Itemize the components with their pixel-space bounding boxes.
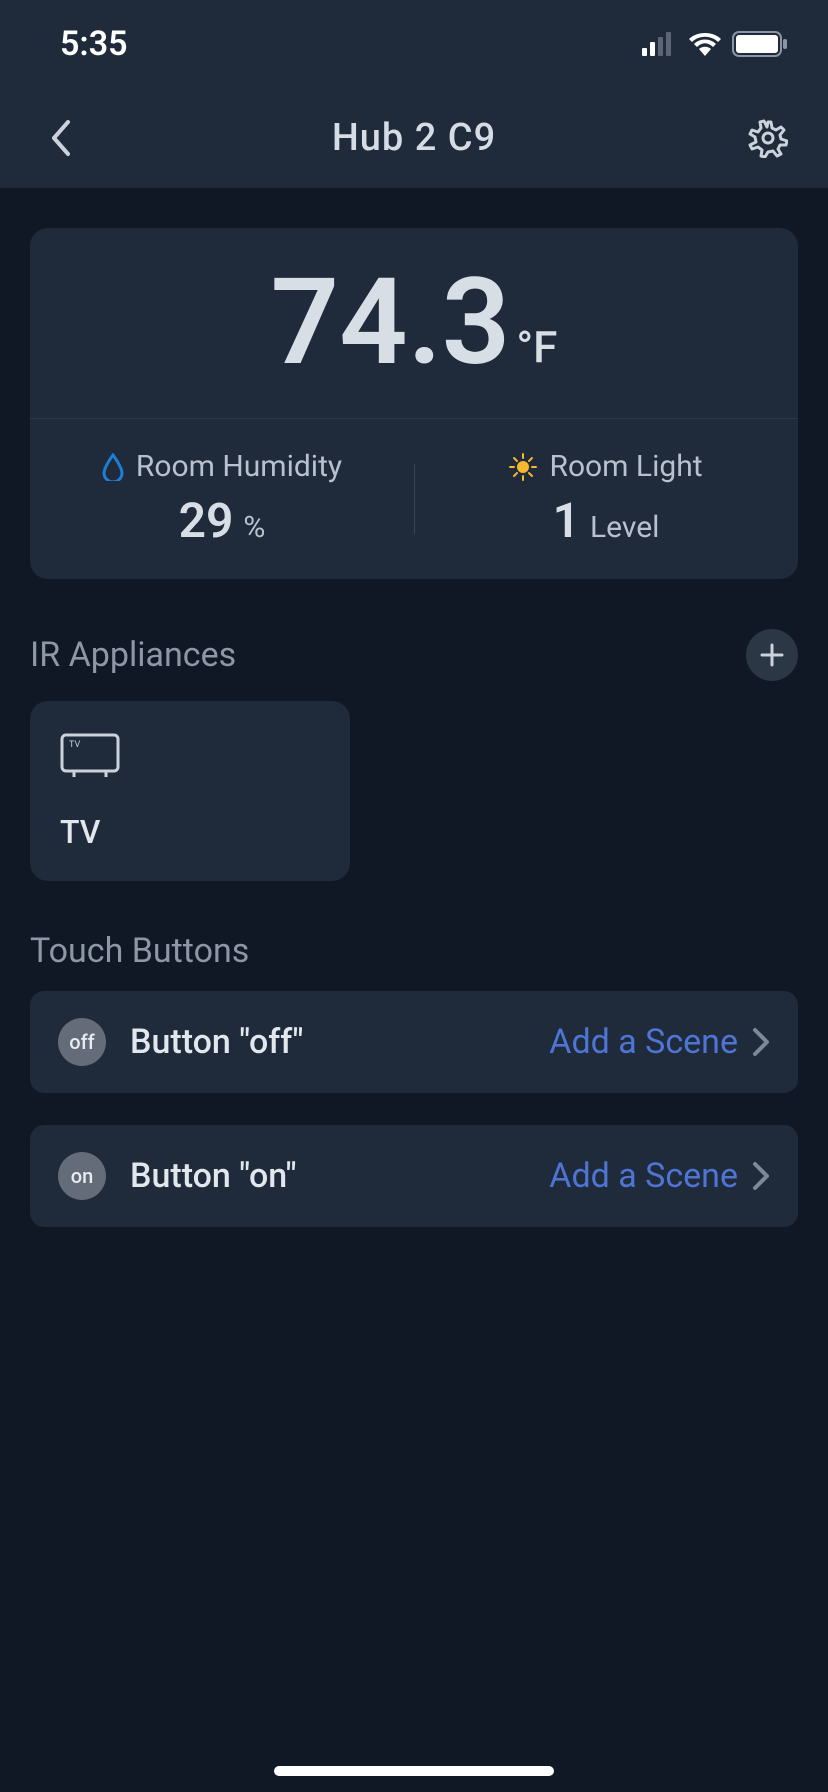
chevron-right-icon	[752, 1027, 770, 1057]
light-stat: Room Light 1 Level	[414, 419, 798, 579]
button-label: Button "on"	[130, 1156, 549, 1196]
button-badge-on: on	[58, 1152, 106, 1200]
humidity-stat: Room Humidity 29 %	[30, 419, 414, 579]
settings-button[interactable]	[738, 108, 798, 168]
svg-text:TV: TV	[69, 740, 80, 750]
light-suffix: Level	[590, 510, 659, 545]
appliances-title: IR Appliances	[30, 635, 236, 675]
light-value: 1	[553, 492, 580, 549]
temperature-value: 74.3	[271, 263, 511, 383]
touch-buttons-title: Touch Buttons	[30, 931, 249, 971]
add-scene-link[interactable]: Add a Scene	[549, 1022, 738, 1062]
humidity-label: Room Humidity	[136, 449, 342, 484]
temperature-main: 74.3 °F	[30, 228, 798, 418]
plus-icon	[759, 642, 785, 668]
back-button[interactable]	[30, 108, 90, 168]
temperature-card[interactable]: 74.3 °F Room Humidity 29 %	[30, 228, 798, 579]
home-indicator[interactable]	[274, 1766, 554, 1776]
light-label: Room Light	[549, 449, 702, 484]
status-bar: 5:35	[0, 0, 828, 88]
touch-button-on[interactable]: on Button "on" Add a Scene	[30, 1125, 798, 1227]
sun-icon	[509, 453, 537, 481]
battery-icon	[732, 31, 788, 57]
appliances-list: TV TV	[30, 701, 798, 881]
wifi-icon	[688, 32, 722, 56]
appliance-card-tv[interactable]: TV TV	[30, 701, 350, 881]
page-title: Hub 2 C9	[332, 116, 496, 160]
appliance-name: TV	[60, 813, 320, 851]
tv-icon: TV	[60, 731, 320, 781]
status-indicators	[642, 31, 788, 57]
humidity-suffix: %	[243, 510, 265, 545]
temperature-stats: Room Humidity 29 %	[30, 419, 798, 579]
add-appliance-button[interactable]	[746, 629, 798, 681]
appliances-header: IR Appliances	[30, 629, 798, 681]
status-time: 5:35	[60, 24, 128, 64]
gear-icon	[748, 118, 788, 158]
touch-buttons-header: Touch Buttons	[30, 931, 798, 971]
nav-bar: Hub 2 C9	[0, 88, 828, 188]
humidity-value: 29	[179, 492, 234, 549]
chevron-right-icon	[752, 1161, 770, 1191]
touch-button-off[interactable]: off Button "off" Add a Scene	[30, 991, 798, 1093]
chevron-left-icon	[49, 119, 71, 157]
button-badge-off: off	[58, 1018, 106, 1066]
button-label: Button "off"	[130, 1022, 549, 1062]
droplet-icon	[102, 453, 124, 481]
temperature-unit: °F	[516, 321, 557, 373]
signal-icon	[642, 32, 678, 56]
add-scene-link[interactable]: Add a Scene	[549, 1156, 738, 1196]
